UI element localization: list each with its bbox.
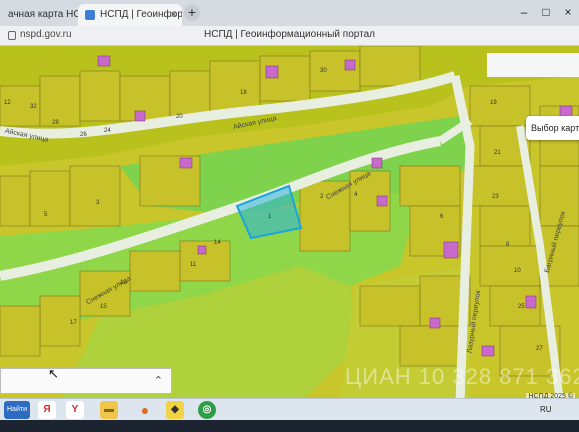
parcel-number: 15 — [100, 304, 107, 310]
building — [429, 317, 441, 329]
map-overlay-panel — [487, 53, 579, 77]
parcel[interactable] — [39, 75, 81, 127]
building — [97, 55, 111, 67]
parcel-number: 10 — [514, 268, 521, 274]
parcel[interactable] — [479, 205, 531, 247]
chrome-icon[interactable]: ◎ — [198, 401, 216, 419]
maximize-icon[interactable]: □ — [535, 0, 557, 26]
parcel[interactable] — [469, 85, 531, 127]
nspd-favicon-icon — [85, 10, 95, 20]
map-canvas[interactable]: Айская улица Айская улица Снежная улица … — [0, 46, 579, 402]
window-controls: – □ × — [513, 0, 579, 26]
parcel-number: 19 — [490, 100, 497, 106]
building — [371, 157, 383, 169]
parcel-number: 23 — [492, 194, 499, 200]
building — [197, 245, 207, 255]
parcel-number: 13 — [120, 280, 127, 286]
parcel-number: 27 — [536, 346, 543, 352]
parcel[interactable] — [469, 165, 531, 207]
building — [481, 345, 495, 357]
yandex-browser-icon[interactable]: Y — [66, 401, 84, 419]
parcel[interactable] — [209, 60, 261, 112]
parcel-number: 11 — [190, 262, 197, 268]
parcel[interactable] — [359, 285, 421, 327]
yandex-icon[interactable]: Я — [38, 401, 56, 419]
building — [443, 241, 459, 259]
parcel-number: 12 — [4, 100, 11, 106]
page-title: НСПД | Геоинформационный портал — [204, 29, 375, 40]
windows-taskbar: Найти Я Y ▬ ● ◆ ◎ RU — [0, 398, 579, 420]
cian-watermark: ЦИАН 10 328 871 362 — [345, 364, 579, 389]
building — [134, 110, 146, 122]
building — [376, 195, 388, 207]
parcel-number: 26 — [80, 132, 87, 138]
chevron-up-icon[interactable]: ⌃ — [154, 374, 163, 387]
parcel-number: 21 — [494, 150, 501, 156]
parcel[interactable] — [79, 70, 121, 122]
building — [525, 295, 537, 309]
parcel[interactable] — [479, 245, 541, 287]
address-bar[interactable]: nspd.gov.ru НСПД | Геоинформационный пор… — [0, 26, 579, 46]
parcel[interactable] — [169, 70, 211, 117]
parcel[interactable] — [29, 170, 71, 227]
language-indicator[interactable]: RU — [540, 405, 552, 414]
parcel[interactable] — [309, 50, 361, 92]
browser-tab-strip: ачная карта НСВД НСПД | Геоинформа × + –… — [0, 0, 579, 26]
parcel[interactable] — [0, 175, 31, 227]
parcel[interactable] — [399, 325, 461, 367]
parcel[interactable] — [0, 305, 41, 357]
map-layer-select-button[interactable]: Выбор карты — [526, 116, 579, 140]
parcel-number: 17 — [70, 320, 77, 326]
parcel-number: 20 — [176, 114, 183, 120]
parcel-number: 14 — [214, 240, 221, 246]
parcel-number: 28 — [52, 120, 59, 126]
parcel-number: 18 — [240, 90, 247, 96]
tab-close-icon[interactable]: × — [171, 4, 177, 26]
building — [179, 157, 193, 169]
tab-nspd-active[interactable]: НСПД | Геоинформа × — [78, 4, 182, 26]
parcel-number: 25 — [518, 304, 525, 310]
parcel-number: 32 — [30, 104, 37, 110]
screen-bezel — [0, 420, 579, 432]
taskbar-search-button[interactable]: Найти — [4, 401, 30, 419]
parcel[interactable] — [399, 165, 461, 207]
parcel[interactable] — [259, 55, 311, 102]
new-tab-button[interactable]: + — [184, 5, 200, 21]
firefox-icon[interactable]: ● — [136, 401, 154, 419]
app-icon[interactable]: ◆ — [166, 401, 184, 419]
folder-icon[interactable]: ▬ — [100, 401, 118, 419]
cadastral-map[interactable]: Айская улица Айская улица Снежная улица … — [0, 46, 579, 402]
minimize-icon[interactable]: – — [513, 0, 535, 26]
parcel[interactable] — [69, 165, 121, 227]
building — [265, 65, 279, 79]
mouse-cursor-icon: ↖ — [48, 366, 59, 381]
close-icon[interactable]: × — [557, 0, 579, 26]
parcel-number: 24 — [104, 128, 111, 134]
parcel[interactable] — [129, 250, 181, 292]
tab-map-nsvd[interactable]: ачная карта НСВД — [0, 4, 78, 26]
building — [344, 59, 356, 71]
parcel-number: 30 — [320, 68, 327, 74]
tab-label: ачная карта НСВД — [8, 9, 78, 20]
map-search-panel[interactable]: ⌃ — [0, 368, 172, 394]
parcel[interactable] — [359, 46, 421, 87]
